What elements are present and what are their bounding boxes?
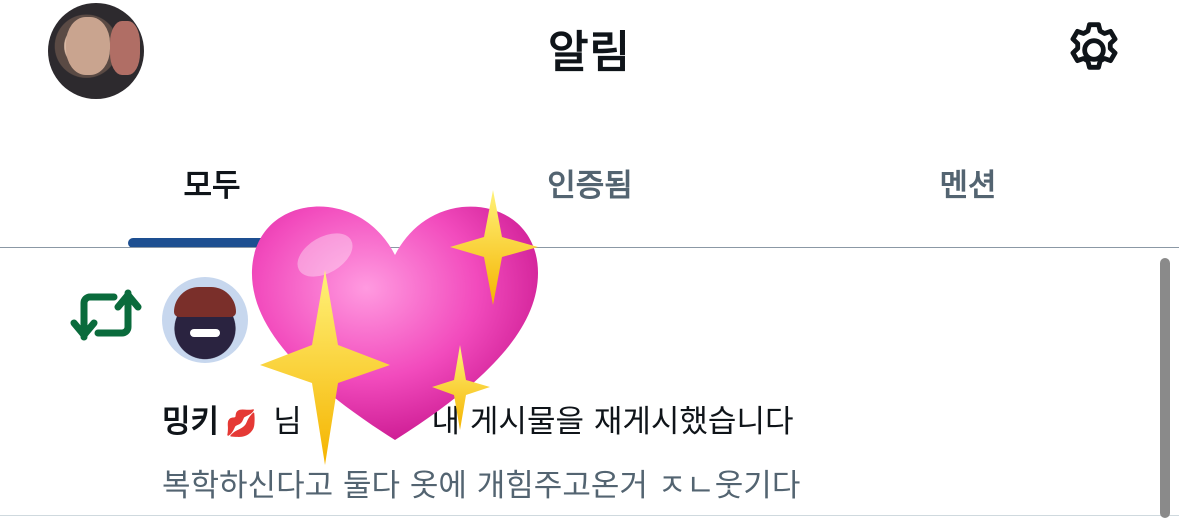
avatar-cap — [174, 287, 236, 317]
avatar-grin — [190, 329, 220, 337]
item-divider — [0, 515, 1179, 516]
tab-bar: 모두 인증됨 멘션 — [0, 105, 1179, 248]
post-preview: 복학하신다고 둘다 옷에 개힘주고온거 ㅈㄴ웃기다 — [162, 468, 801, 504]
sparkling-heart-sticker — [251, 190, 538, 465]
gear-icon[interactable] — [1062, 18, 1126, 82]
user-avatar[interactable] — [162, 277, 248, 363]
tab-divider — [0, 247, 1179, 248]
retweet-icon — [70, 289, 142, 341]
page-title: 알림 — [548, 27, 631, 78]
header: 알림 — [0, 0, 1179, 105]
tab-mentions[interactable]: 멘션 — [868, 160, 1068, 205]
scrollbar[interactable] — [1160, 258, 1170, 518]
user-name[interactable]: 밍키 — [162, 404, 219, 440]
